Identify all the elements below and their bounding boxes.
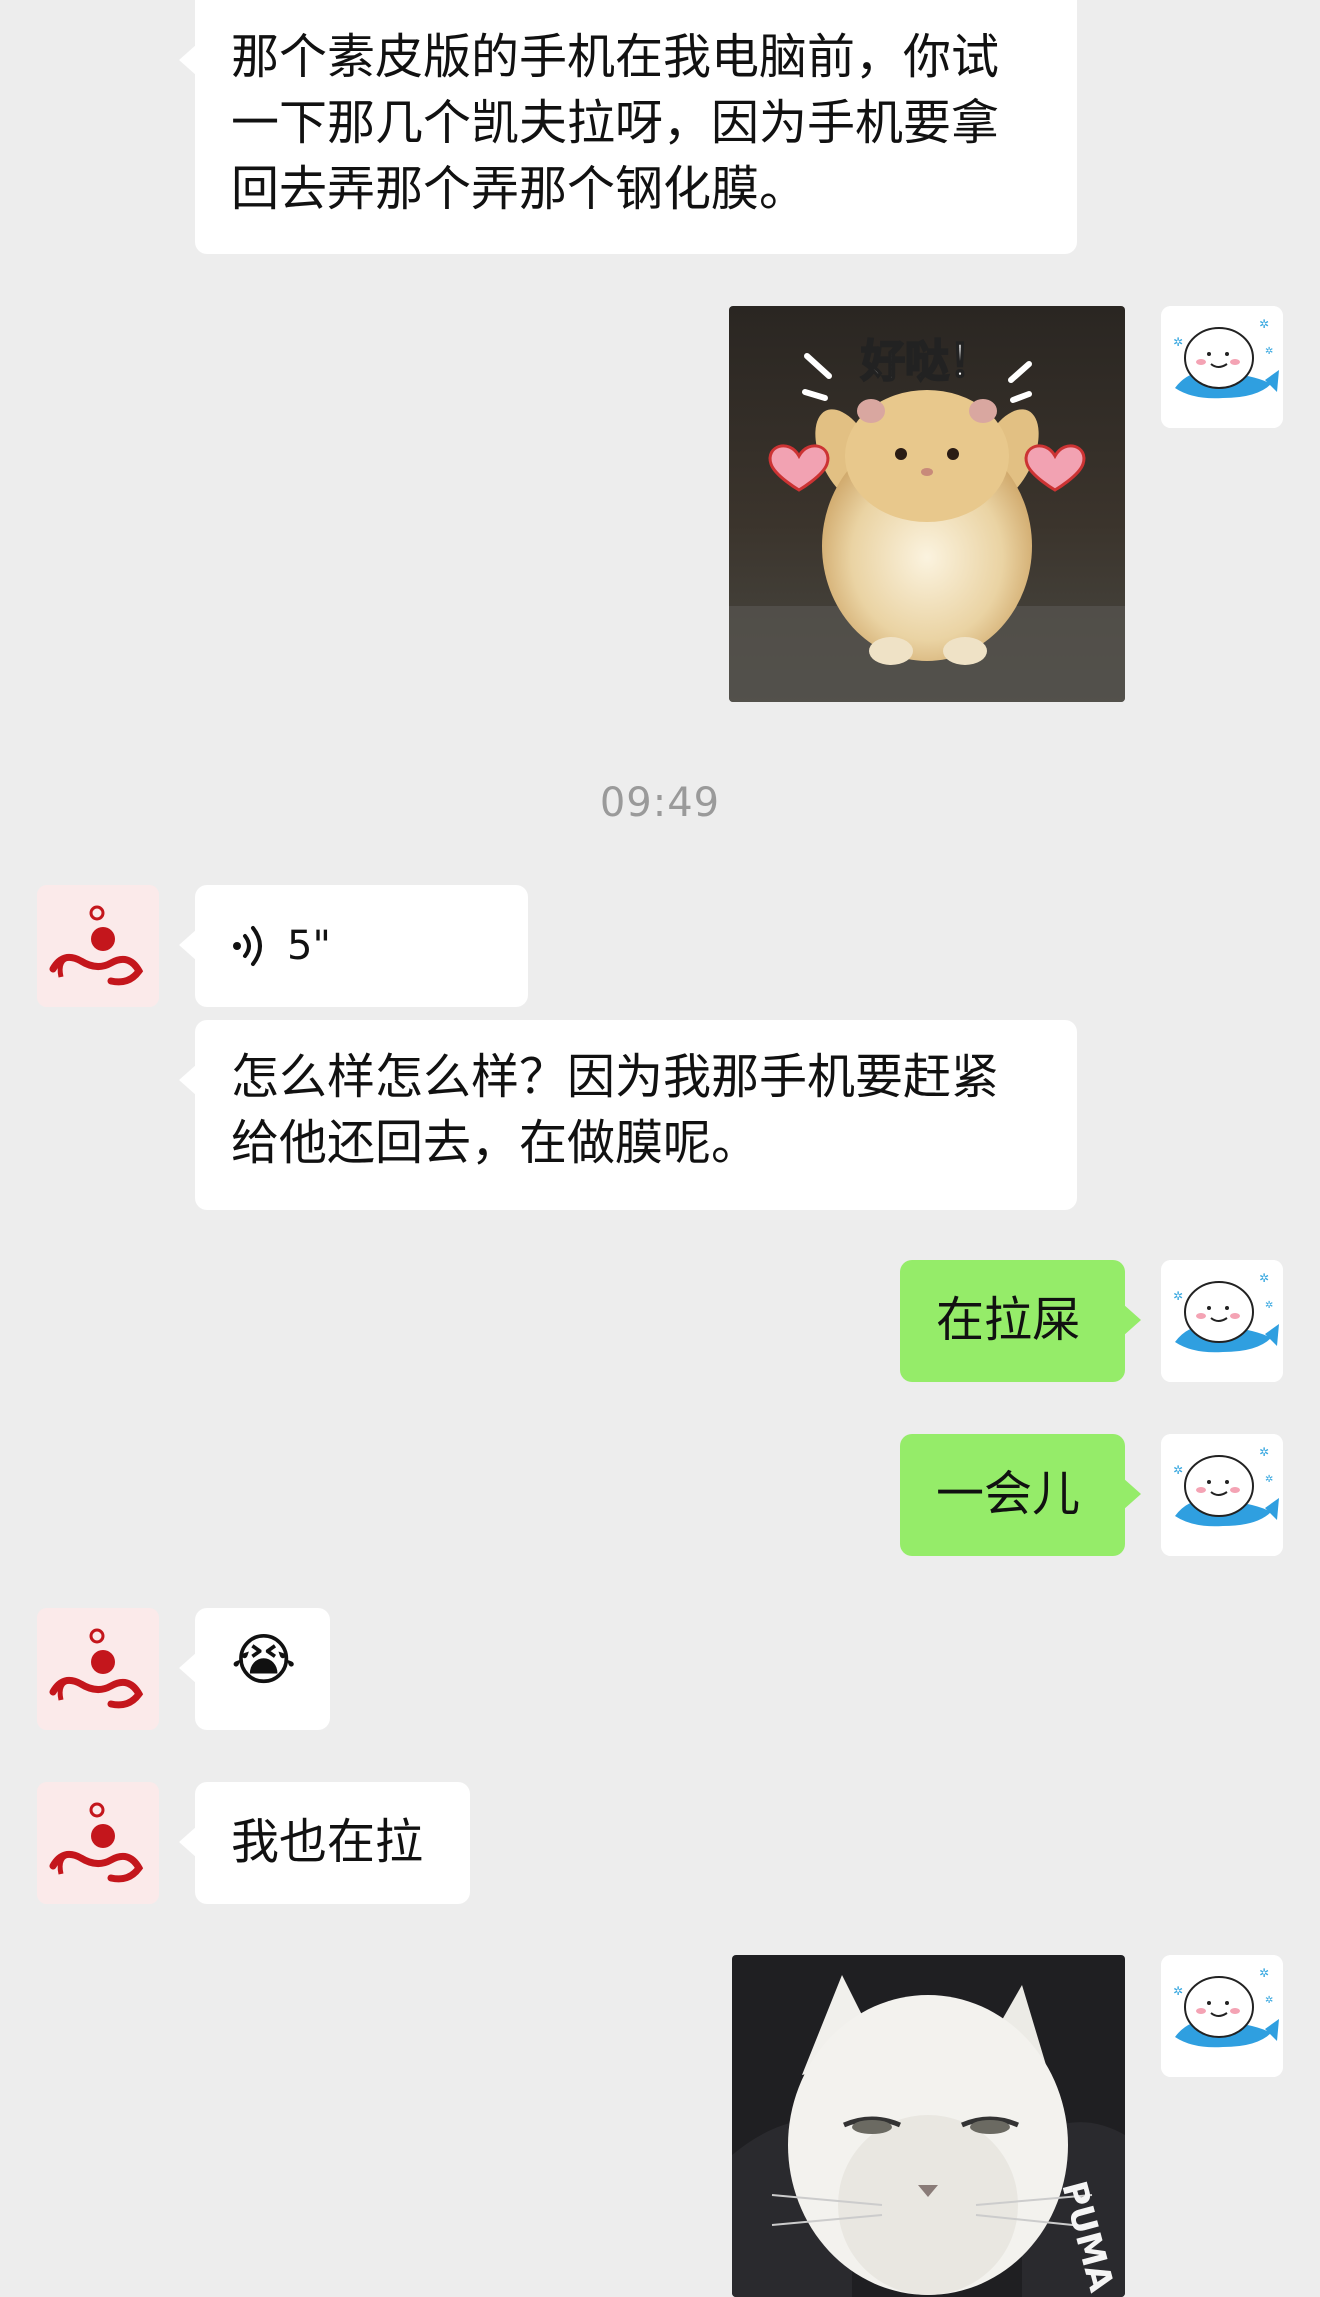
- message-text: 怎么样怎么样？因为我那手机要赶紧给他还回去，在做膜呢。: [231, 1049, 1000, 1171]
- crying-laughing-emoji: 😭: [231, 1628, 297, 1693]
- hamster-sticker-image: 好哒！: [729, 306, 1125, 702]
- message-bubble-incoming[interactable]: 怎么样怎么样？因为我那手机要赶紧给他还回去，在做膜呢。: [179, 1020, 1077, 1210]
- emoji-message-bubble[interactable]: 😭: [179, 1608, 330, 1730]
- svg-text:✲: ✲: [1265, 1474, 1273, 1485]
- contact-avatar[interactable]: [37, 1782, 159, 1904]
- message-bubble-outgoing[interactable]: 在拉屎: [900, 1260, 1141, 1382]
- contact-avatar[interactable]: [37, 885, 159, 1007]
- svg-text:✲: ✲: [1259, 1445, 1269, 1459]
- red-seal-logo-icon: [37, 885, 159, 1007]
- red-seal-logo-icon: [37, 1608, 159, 1730]
- svg-text:✲: ✲: [1173, 335, 1183, 349]
- svg-text:✲: ✲: [1265, 1300, 1273, 1311]
- message-bubble-outgoing[interactable]: 一会儿: [900, 1434, 1141, 1556]
- svg-text:✲: ✲: [1173, 1463, 1183, 1477]
- svg-text:✲: ✲: [1259, 1271, 1269, 1285]
- message-bubble-incoming[interactable]: 那个素皮版的手机在我电脑前，你试一下那几个凯夫拉呀，因为手机要拿回去弄那个弄那个…: [179, 0, 1077, 254]
- self-avatar[interactable]: ✲ ✲ ✲: [1161, 306, 1283, 428]
- message-text: 一会儿: [936, 1466, 1081, 1522]
- self-avatar[interactable]: ✲ ✲ ✲: [1161, 1955, 1283, 2077]
- self-avatar[interactable]: ✲ ✲ ✲: [1161, 1260, 1283, 1382]
- sticker-cat[interactable]: PUMA: [732, 1955, 1125, 2297]
- svg-text:✲: ✲: [1173, 1289, 1183, 1303]
- message-bubble-incoming[interactable]: 我也在拉: [179, 1782, 470, 1904]
- svg-text:✲: ✲: [1265, 1995, 1273, 2006]
- sticker-hamster[interactable]: 好哒！: [729, 306, 1125, 702]
- white-blob-on-blue-fish-icon: ✲ ✲ ✲: [1161, 1260, 1283, 1382]
- white-blob-on-blue-fish-icon: ✲ ✲ ✲: [1161, 1434, 1283, 1556]
- message-text: 那个素皮版的手机在我电脑前，你试一下那几个凯夫拉呀，因为手机要拿回去弄那个弄那个…: [231, 29, 1000, 217]
- cat-sticker-image: PUMA: [732, 1955, 1125, 2297]
- message-text: 我也在拉: [231, 1814, 424, 1870]
- svg-text:✲: ✲: [1173, 1984, 1183, 1998]
- white-blob-on-blue-fish-icon: ✲ ✲ ✲: [1161, 1955, 1283, 2077]
- svg-text:✲: ✲: [1259, 317, 1269, 331]
- voice-duration: 5": [287, 923, 331, 969]
- contact-avatar[interactable]: [37, 1608, 159, 1730]
- message-text: 在拉屎: [936, 1292, 1081, 1348]
- timestamp: 09:49: [599, 780, 721, 826]
- red-seal-logo-icon: [37, 1782, 159, 1904]
- voice-waves-icon: [233, 926, 262, 966]
- white-blob-on-blue-fish-icon: ✲ ✲ ✲: [1161, 306, 1283, 428]
- voice-message-bubble[interactable]: 5": [179, 885, 528, 1007]
- svg-text:✲: ✲: [1265, 346, 1273, 357]
- svg-text:✲: ✲: [1259, 1966, 1269, 1980]
- self-avatar[interactable]: ✲ ✲ ✲: [1161, 1434, 1283, 1556]
- sticker-caption: 好哒！: [860, 336, 993, 387]
